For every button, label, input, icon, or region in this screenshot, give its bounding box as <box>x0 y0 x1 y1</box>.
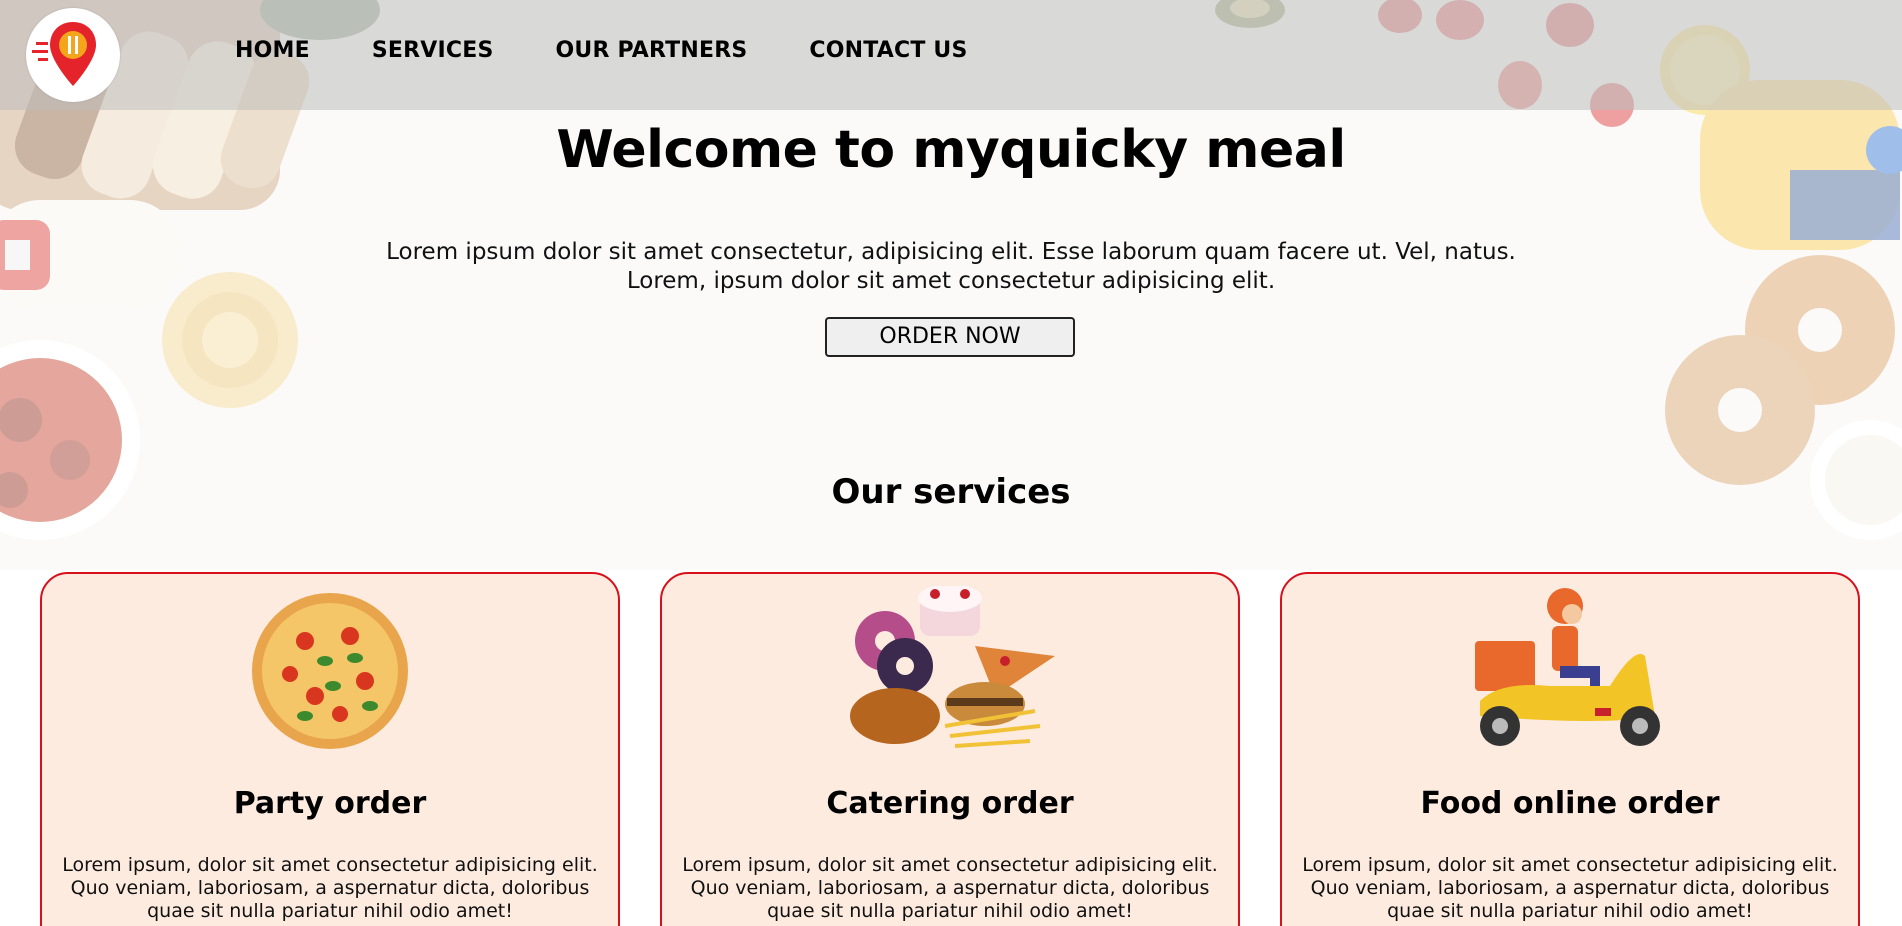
nav-home[interactable]: HOME <box>235 38 310 63</box>
order-now-button[interactable]: ORDER NOW <box>825 317 1075 357</box>
card-title: Catering order <box>826 786 1074 821</box>
service-card-catering-order[interactable]: Catering order Lorem ipsum, dolor sit am… <box>660 572 1240 926</box>
hero-description-line2: Lorem, ipsum dolor sit amet consectetur … <box>626 268 1276 294</box>
services-title: Our services <box>831 472 1071 512</box>
hero-description-line1: Lorem ipsum dolor sit amet consectetur, … <box>386 239 1516 265</box>
navbar: HOME SERVICES OUR PARTNERS CONTACT US <box>0 0 1902 110</box>
service-card-food-online-order[interactable]: Food online order Lorem ipsum, dolor sit… <box>1280 572 1860 926</box>
hero-description: Lorem ipsum dolor sit amet consectetur, … <box>351 238 1551 296</box>
catering-food-image <box>662 586 1238 756</box>
nav-our-partners[interactable]: OUR PARTNERS <box>556 38 748 63</box>
service-card-party-order[interactable]: Party order Lorem ipsum, dolor sit amet … <box>40 572 620 926</box>
logo[interactable] <box>26 8 120 102</box>
nav-contact-us[interactable]: CONTACT US <box>809 38 967 63</box>
card-title: Party order <box>233 786 427 821</box>
card-description: Lorem ipsum, dolor sit amet consectetur … <box>62 854 598 922</box>
nav-links: HOME SERVICES OUR PARTNERS CONTACT US <box>235 38 1030 63</box>
page: HOME SERVICES OUR PARTNERS CONTACT US We… <box>0 0 1902 926</box>
pizza-image <box>42 586 618 756</box>
card-title: Food online order <box>1420 786 1720 821</box>
card-description: Lorem ipsum, dolor sit amet consectetur … <box>1302 854 1838 922</box>
location-pin-fork-knife-icon <box>32 22 96 86</box>
hero-title: Welcome to myquicky meal <box>556 120 1346 180</box>
delivery-scooter-image <box>1282 586 1858 756</box>
card-description: Lorem ipsum, dolor sit amet consectetur … <box>682 854 1218 922</box>
nav-services[interactable]: SERVICES <box>372 38 494 63</box>
